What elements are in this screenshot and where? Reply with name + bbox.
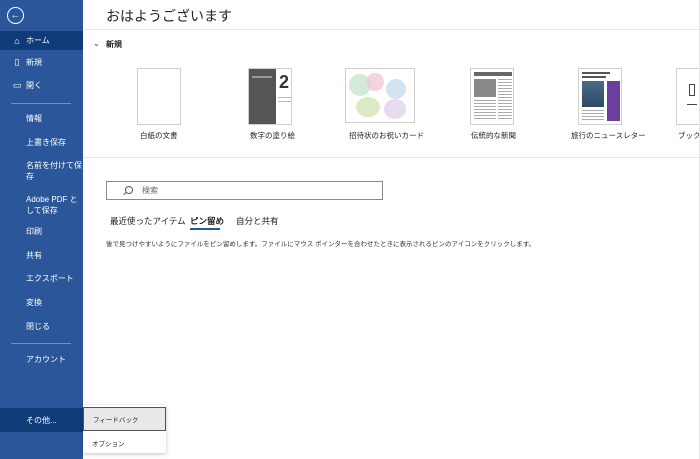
template-image xyxy=(687,104,697,105)
template-image xyxy=(252,76,272,78)
template-image xyxy=(278,97,291,98)
new-document-icon: ▯ xyxy=(14,57,20,67)
search-box[interactable] xyxy=(106,181,383,200)
template-invitation[interactable] xyxy=(345,68,415,123)
backstage-sidebar: ← ⌂ ホーム ▯ 新規 ▭ 開く 情報 上書き保存 名前を付けて保存 Adob… xyxy=(0,0,83,459)
sidebar-item-home[interactable]: ⌂ ホーム xyxy=(0,31,83,50)
template-image xyxy=(498,79,512,119)
template-label: 白紙の文書 xyxy=(140,131,178,140)
template-image xyxy=(582,110,604,121)
template-image xyxy=(366,73,384,91)
tab-recent[interactable]: 最近使ったアイテム xyxy=(110,215,186,227)
header-divider xyxy=(83,29,700,30)
template-label: 伝統的な新聞 xyxy=(471,131,516,140)
template-thumbnail xyxy=(137,68,181,125)
template-thumbnail xyxy=(345,68,415,123)
section-divider xyxy=(83,157,700,158)
sidebar-item-transform[interactable]: 変換 xyxy=(26,297,82,308)
sidebar-item-save[interactable]: 上書き保存 xyxy=(26,137,82,148)
sidebar-item-export[interactable]: エクスポート xyxy=(26,273,82,284)
search-input[interactable] xyxy=(142,186,362,195)
folder-open-icon: ▭ xyxy=(12,80,22,90)
template-image xyxy=(582,72,610,74)
sidebar-item-account[interactable]: アカウント xyxy=(26,354,82,365)
sidebar-divider xyxy=(11,343,71,344)
template-label: 招待状のお祝いカード xyxy=(349,131,424,140)
template-thumbnail xyxy=(578,68,622,125)
template-image xyxy=(278,101,291,102)
chevron-down-icon[interactable]: ⌄ xyxy=(93,39,100,48)
sidebar-item-save-as[interactable]: 名前を付けて保存 xyxy=(26,160,82,182)
template-image xyxy=(474,79,496,97)
tab-shared-with-me[interactable]: 自分と共有 xyxy=(236,215,279,227)
sidebar-item-label: ホーム xyxy=(26,36,50,45)
sidebar-item-info[interactable]: 情報 xyxy=(26,113,82,124)
pinned-hint-text: 後で見つけやすいようにファイルをピン留めします。ファイルにマウス ポインターを合… xyxy=(106,241,536,248)
template-thumbnail xyxy=(470,68,514,125)
search-icon xyxy=(123,185,133,196)
section-title-new: 新規 xyxy=(106,40,122,49)
template-travel-newsletter[interactable] xyxy=(578,68,622,125)
sidebar-item-open[interactable]: ▭ 開く xyxy=(0,76,83,95)
sidebar-item-share[interactable]: 共有 xyxy=(26,250,82,261)
menu-item-options[interactable]: オプション xyxy=(83,431,166,455)
home-icon: ⌂ xyxy=(14,35,20,46)
template-image xyxy=(689,84,695,96)
page-title: おはようございます xyxy=(106,8,232,24)
template-blank[interactable] xyxy=(137,68,181,125)
template-label: 旅行のニュースレター xyxy=(571,131,646,140)
template-image xyxy=(582,81,604,107)
template-image xyxy=(474,100,496,120)
tab-pinned[interactable]: ピン留め xyxy=(190,215,224,227)
menu-item-feedback[interactable]: フィードバック xyxy=(83,407,166,431)
sidebar-item-more[interactable]: その他... xyxy=(0,408,83,432)
template-image xyxy=(607,81,620,121)
template-thumbnail: 2 xyxy=(248,68,292,125)
template-image: 2 xyxy=(278,72,289,92)
template-thumbnail xyxy=(676,68,700,125)
template-label: 数字の塗り絵 xyxy=(250,131,295,140)
sidebar-item-new[interactable]: ▯ 新規 xyxy=(0,53,83,72)
tab-active-indicator xyxy=(190,228,220,230)
sidebar-item-adobe-pdf[interactable]: Adobe PDF として保存 xyxy=(26,194,82,216)
sidebar-item-close[interactable]: 閉じる xyxy=(26,321,82,332)
more-popup-menu: フィードバック オプション xyxy=(83,405,166,453)
template-coloring[interactable]: 2 xyxy=(248,68,292,125)
template-label: ブックマ xyxy=(678,131,700,140)
template-image xyxy=(384,99,406,119)
template-image xyxy=(582,76,606,78)
sidebar-divider xyxy=(11,103,71,104)
sidebar-item-print[interactable]: 印刷 xyxy=(26,226,82,237)
back-icon[interactable]: ← xyxy=(7,7,24,24)
template-bookmark[interactable] xyxy=(676,68,700,125)
sidebar-item-label: 新規 xyxy=(26,58,42,67)
sidebar-item-label: 開く xyxy=(26,81,42,90)
template-image xyxy=(356,97,380,117)
template-image xyxy=(386,79,406,99)
template-newspaper[interactable] xyxy=(470,68,514,125)
template-image xyxy=(474,72,512,76)
